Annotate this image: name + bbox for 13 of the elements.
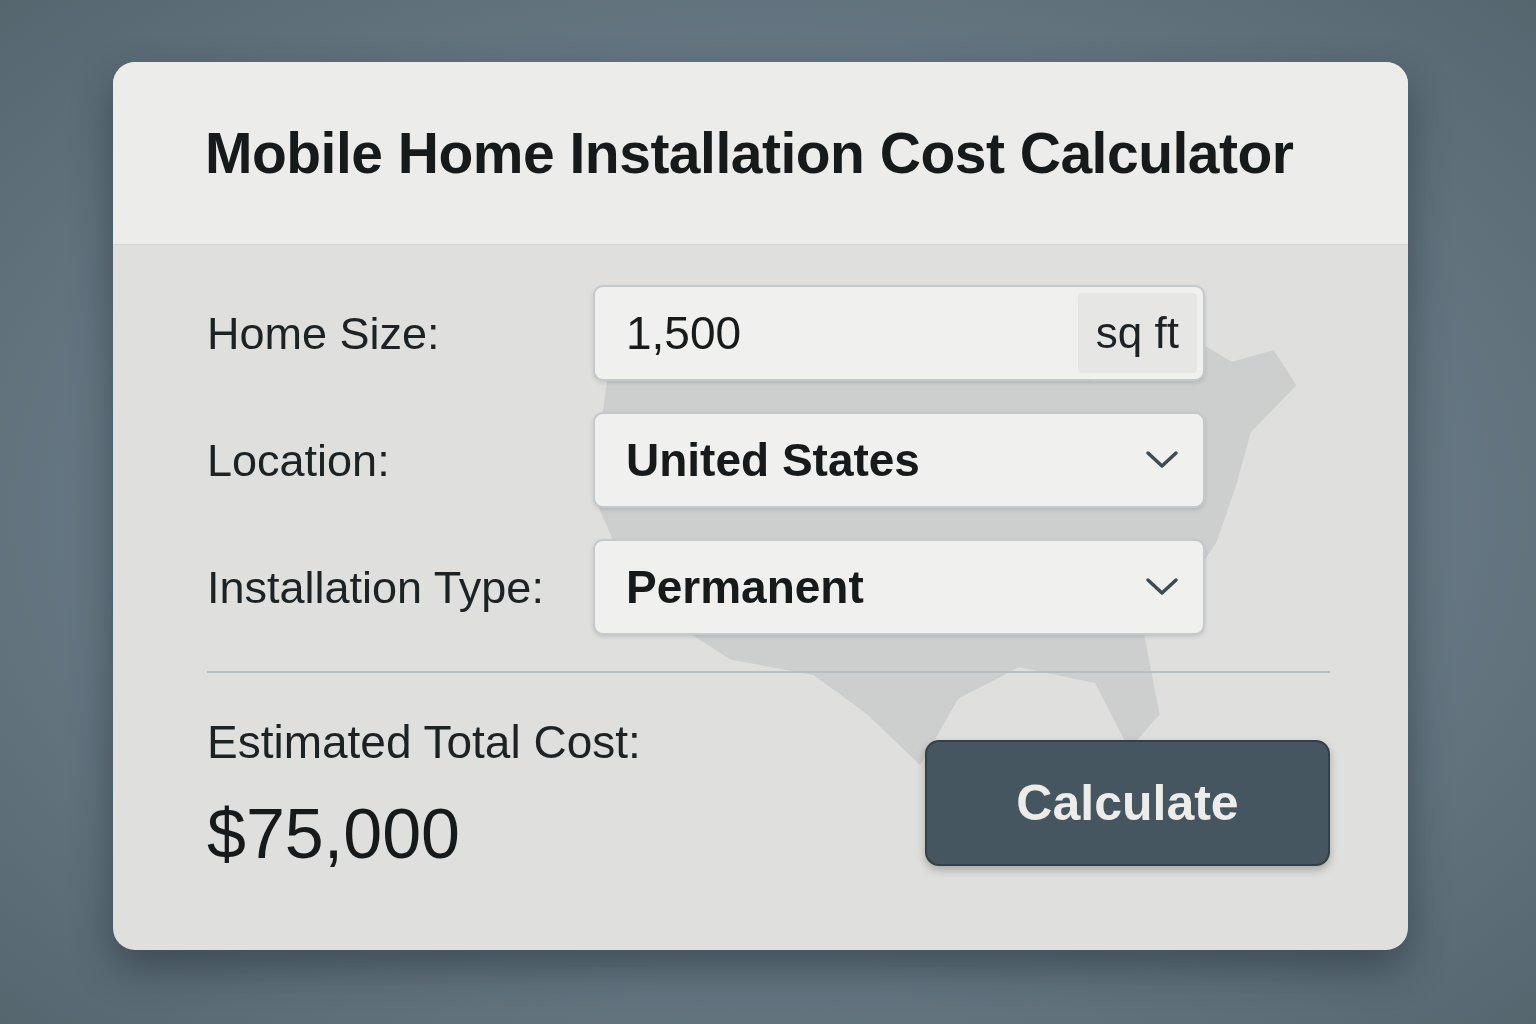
field-label: Home Size: xyxy=(207,310,441,356)
chevron-down-icon xyxy=(1145,577,1179,597)
field-label: Installation Type: xyxy=(207,564,545,610)
dropdown-select[interactable]: Permanent xyxy=(593,539,1205,635)
calculator-title: Mobile Home Installation Cost Calculator xyxy=(205,124,1294,182)
result-label: Estimated Total Cost: xyxy=(207,719,641,765)
dropdown-select[interactable]: United States xyxy=(593,412,1205,508)
number-input[interactable]: 1,500 sq ft xyxy=(593,285,1205,381)
result-value: $75,000 xyxy=(207,799,462,869)
calculate-button[interactable]: Calculate xyxy=(925,740,1330,866)
field-label: Location: xyxy=(207,437,391,483)
unit-label: sq ft xyxy=(1077,293,1197,373)
chevron-down-icon xyxy=(1145,450,1179,470)
